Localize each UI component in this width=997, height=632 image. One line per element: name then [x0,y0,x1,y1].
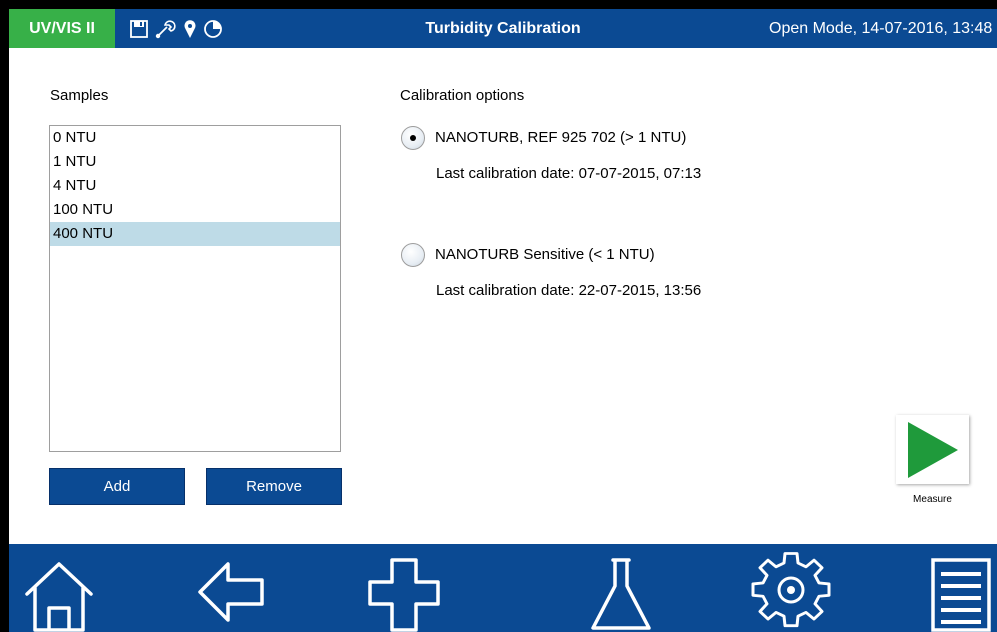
list-item-400-ntu[interactable]: 400 NTU [50,222,340,246]
add-button[interactable]: Add [49,468,185,505]
settings-button[interactable] [751,552,831,632]
calibration-options-heading: Calibration options [400,87,525,104]
list-item-100-ntu[interactable]: 100 NTU [50,198,340,222]
list-item-4-ntu[interactable]: 4 NTU [50,174,340,198]
header-icons [129,17,223,41]
header-bar: UV/VIS II Turbidity Calibration Open Mod… [9,9,997,48]
measurement-button[interactable] [581,552,661,632]
home-button[interactable] [19,552,99,632]
back-button[interactable] [194,552,274,632]
save-icon[interactable] [129,19,149,39]
last-calibration-date-nanoturb: Last calibration date: 07-07-2015, 07:13 [436,165,702,182]
menu-list-icon [931,558,991,632]
list-item-1-ntu[interactable]: 1 NTU [50,150,340,174]
wrench-icon[interactable] [155,19,177,39]
back-arrow-icon [198,562,264,622]
samples-heading: Samples [50,87,109,104]
list-item-0-ntu[interactable]: 0 NTU [50,126,340,150]
remove-button[interactable]: Remove [206,468,342,505]
settings-gear-icon [751,552,831,628]
radio-nanoturb[interactable] [401,126,425,150]
measure-label: Measure [913,494,952,505]
last-calibration-date-nanoturb-sensitive: Last calibration date: 22-07-2015, 13:56 [436,282,702,299]
play-icon [908,422,958,478]
option-label-nanoturb-sensitive[interactable]: NANOTURB Sensitive (< 1 NTU) [435,246,655,263]
samples-list[interactable]: 0 NTU 1 NTU 4 NTU 100 NTU 400 NTU [49,125,341,452]
pie-timer-icon[interactable] [203,19,223,39]
location-pin-icon[interactable] [183,19,197,39]
app-badge: UV/VIS II [9,9,115,48]
app-window: UV/VIS II Turbidity Calibration Open Mod… [9,9,997,632]
option-label-nanoturb[interactable]: NANOTURB, REF 925 702 (> 1 NTU) [435,129,686,146]
flask-icon [591,558,651,630]
measure-button[interactable] [896,415,969,484]
bottom-nav-bar [9,544,997,632]
menu-button[interactable] [927,552,997,632]
home-icon [25,562,93,632]
add-new-button[interactable] [364,552,444,632]
radio-selected-dot [410,135,416,141]
radio-nanoturb-sensitive[interactable] [401,243,425,267]
plus-icon [368,558,440,632]
mode-datetime-status: Open Mode, 14-07-2016, 13:48 [769,20,993,37]
